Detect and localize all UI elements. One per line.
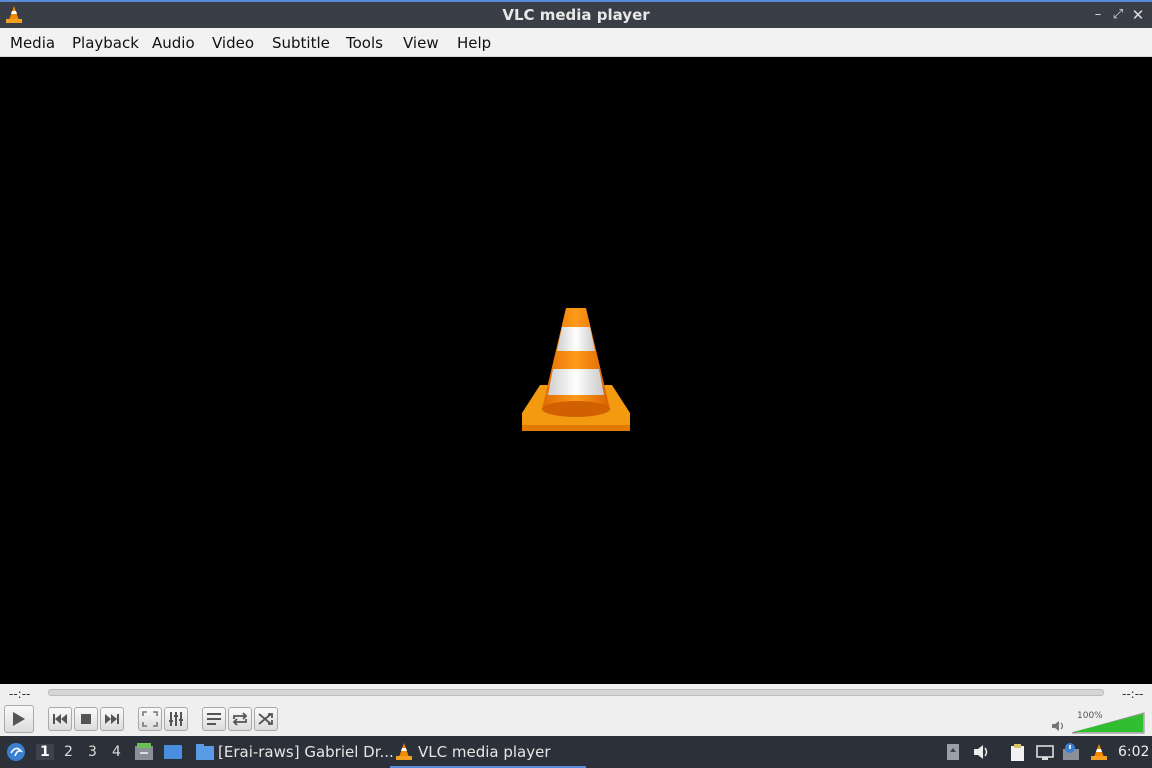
menu-bar: Media Playback Audio Video Subtitle Tool…	[0, 28, 1152, 57]
shuffle-button[interactable]	[254, 707, 278, 731]
task-vlc[interactable]: VLC media player	[390, 736, 586, 768]
elapsed-time: --:--	[9, 687, 31, 701]
loop-button[interactable]	[228, 707, 252, 731]
clock[interactable]: 6:02	[1118, 744, 1149, 760]
file-manager-icon[interactable]	[134, 742, 154, 762]
previous-icon	[53, 714, 67, 724]
playback-controls: --:-- --:-- 100%	[0, 684, 1152, 736]
update-notifier-icon[interactable]	[1062, 743, 1080, 761]
title-bar: VLC media player – ⤢ ✕	[0, 0, 1152, 28]
vlc-tray-icon[interactable]	[1090, 743, 1108, 761]
task-file-manager[interactable]: [Erai-raws] Gabriel Dr...	[194, 736, 394, 768]
clipboard-icon[interactable]	[1008, 743, 1026, 761]
volume-tray-icon[interactable]	[972, 743, 990, 761]
notes-icon[interactable]	[944, 743, 962, 761]
window-title: VLC media player	[502, 6, 650, 24]
start-menu-icon[interactable]	[6, 742, 26, 762]
vlc-cone-logo-icon	[522, 308, 630, 431]
maximize-button[interactable]: ⤢	[1109, 6, 1127, 24]
menu-subtitle[interactable]: Subtitle	[272, 34, 330, 52]
menu-media[interactable]: Media	[10, 34, 55, 52]
next-button[interactable]	[100, 707, 124, 731]
equalizer-icon	[169, 712, 183, 726]
minimize-button[interactable]: –	[1089, 6, 1107, 24]
network-icon[interactable]	[1036, 743, 1054, 761]
fullscreen-icon	[142, 711, 158, 727]
volume-slider[interactable]	[1072, 712, 1146, 734]
workspace-3[interactable]: 3	[88, 744, 97, 760]
stop-button[interactable]	[74, 707, 98, 731]
menu-view[interactable]: View	[403, 34, 439, 52]
seek-bar[interactable]	[48, 689, 1104, 696]
workspace-4[interactable]: 4	[112, 744, 121, 760]
fullscreen-button[interactable]	[138, 707, 162, 731]
play-icon	[13, 712, 25, 726]
close-button[interactable]: ✕	[1129, 6, 1147, 24]
total-time: --:--	[1122, 687, 1144, 701]
menu-tools[interactable]: Tools	[346, 34, 383, 52]
playlist-button[interactable]	[202, 707, 226, 731]
volume-speaker-icon[interactable]	[1051, 720, 1065, 732]
task-label: VLC media player	[418, 743, 551, 761]
menu-video[interactable]: Video	[212, 34, 254, 52]
task-label: [Erai-raws] Gabriel Dr...	[218, 743, 394, 761]
playlist-icon	[207, 713, 221, 725]
folder-icon	[196, 744, 214, 760]
stop-icon	[81, 714, 91, 724]
shuffle-icon	[258, 713, 273, 725]
workspace-1[interactable]: 1	[36, 744, 54, 760]
show-desktop-icon[interactable]	[163, 743, 183, 761]
previous-button[interactable]	[48, 707, 72, 731]
next-icon	[105, 714, 119, 724]
loop-icon	[232, 712, 248, 726]
vlc-cone-icon	[396, 743, 412, 760]
workspace-2[interactable]: 2	[64, 744, 73, 760]
play-button[interactable]	[4, 705, 34, 733]
menu-playback[interactable]: Playback	[72, 34, 139, 52]
taskbar: 1 2 3 4 [Erai-raws] Gabriel Dr... VLC me…	[0, 736, 1152, 768]
menu-help[interactable]: Help	[457, 34, 491, 52]
menu-audio[interactable]: Audio	[152, 34, 195, 52]
extended-settings-button[interactable]	[164, 707, 188, 731]
